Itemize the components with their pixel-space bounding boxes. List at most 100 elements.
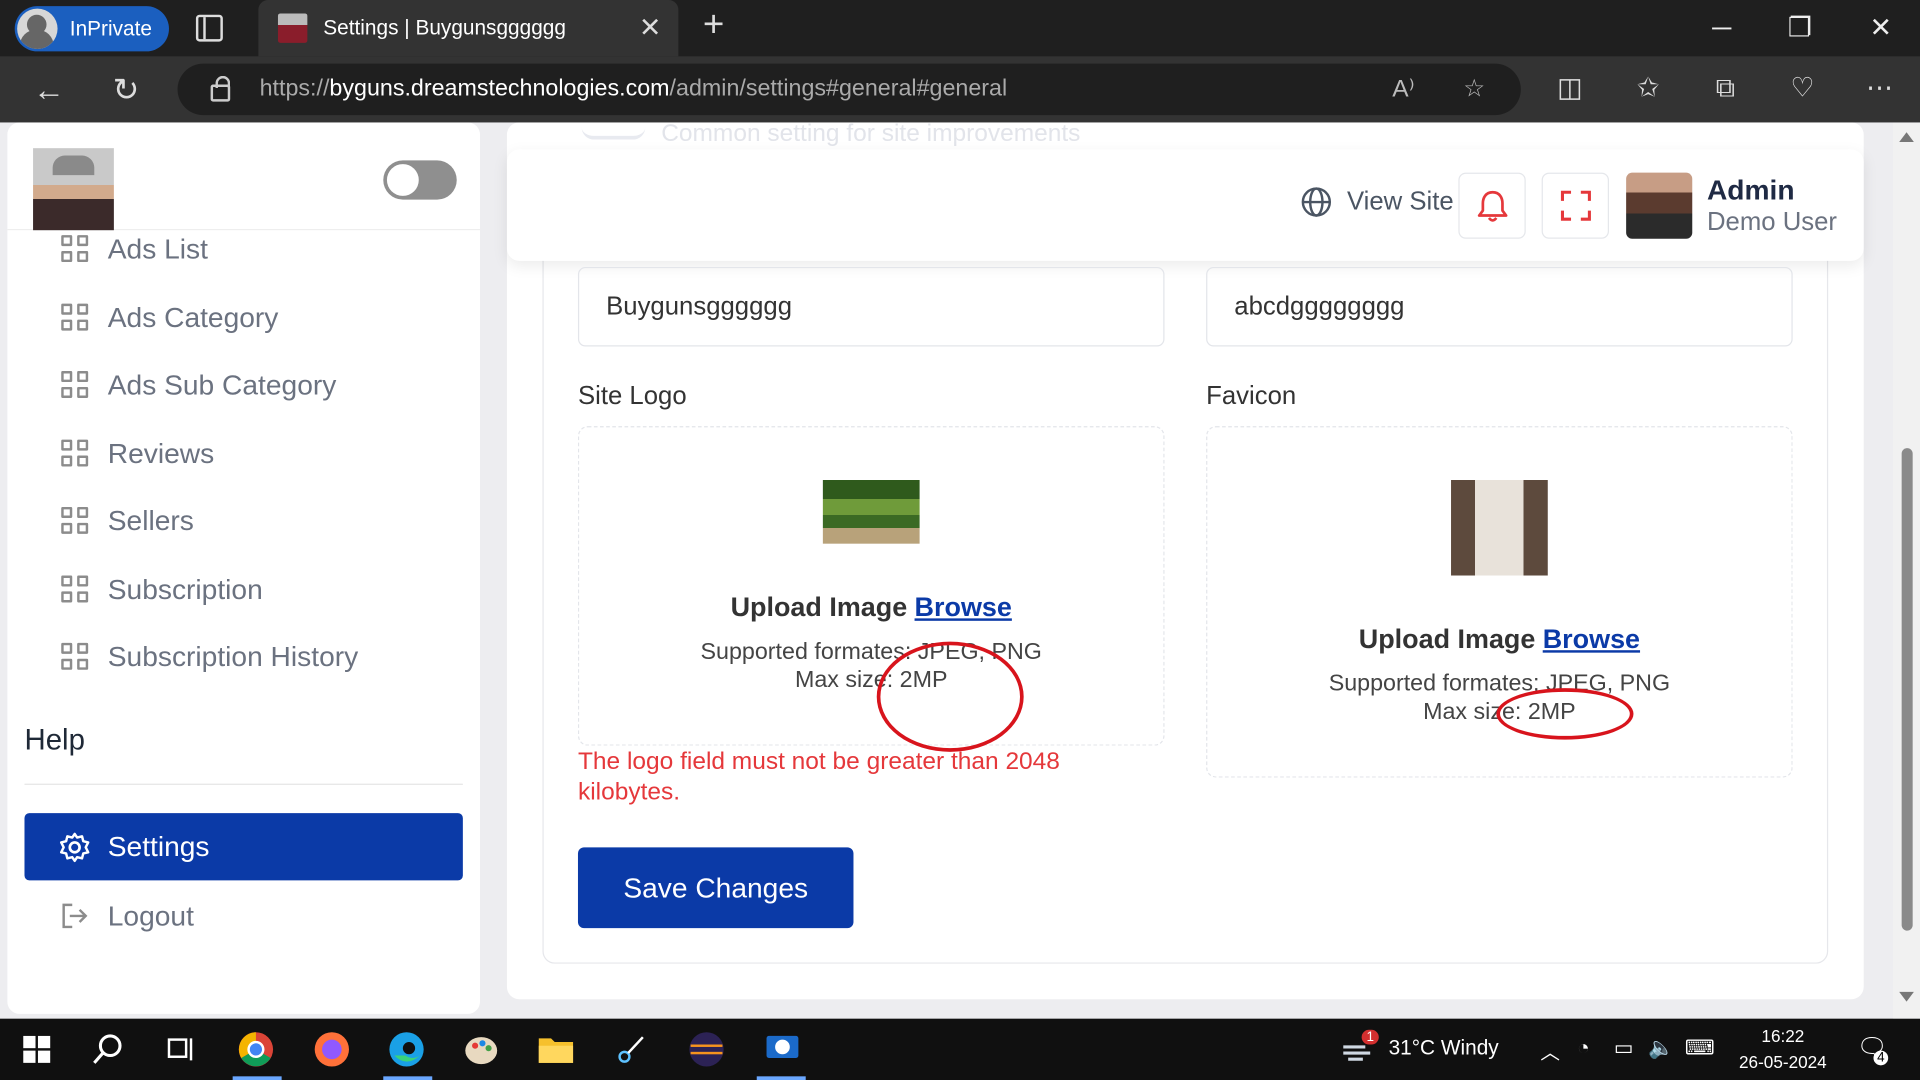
url-text[interactable]: https://byguns.dreamstechnologies.com/ad… [260, 76, 1008, 103]
section-subtitle: Common setting for site improvements [661, 122, 1081, 147]
close-tab-icon[interactable]: ✕ [632, 12, 669, 44]
browser-essentials-icon[interactable]: ♡ [1784, 72, 1821, 104]
firefox-icon[interactable] [312, 1030, 351, 1069]
paint-icon[interactable] [462, 1030, 501, 1069]
browse-link[interactable]: Browse [915, 591, 1012, 622]
chrome-icon[interactable] [236, 1030, 275, 1069]
sidebar-item-sellers[interactable]: Sellers [61, 496, 194, 545]
edge-icon[interactable] [387, 1030, 426, 1069]
sidebar-item-ads-category[interactable]: Ads Category [61, 293, 278, 342]
formats-text: Supported formates: JPEG, PNG [700, 639, 1042, 665]
read-aloud-icon[interactable]: A⁾ [1392, 73, 1414, 104]
notifications-button[interactable] [1458, 172, 1526, 239]
formats-text: Supported formates: JPEG, PNG [1328, 671, 1671, 697]
favicon-dropzone[interactable]: Upload Image Browse Supported formates: J… [1206, 426, 1793, 778]
max-size-text: Max size: 2MP [794, 667, 948, 694]
sidebar: Ads List Ads Category Ads Sub Category R… [7, 122, 481, 1014]
sidebar-item-subscription-history[interactable]: Subscription History [61, 632, 358, 681]
collections-icon[interactable]: ⧉ [1707, 72, 1744, 104]
admin-name: Admin [1706, 173, 1795, 206]
fullscreen-button[interactable] [1541, 172, 1609, 239]
sidebar-header [7, 122, 481, 231]
weather-text[interactable]: 31°C Windy [1389, 1036, 1499, 1060]
sidebar-divider [24, 783, 463, 785]
sidebar-item-settings[interactable]: Settings [24, 813, 463, 881]
task-view-icon[interactable] [160, 1030, 199, 1069]
grid-icon [61, 235, 89, 263]
notification-count: 4 [1873, 1050, 1889, 1066]
save-changes-button[interactable]: Save Changes [577, 847, 854, 929]
sidebar-toggle[interactable] [383, 160, 457, 200]
tab-actions-icon[interactable] [195, 14, 223, 42]
windows-taskbar: 1 31°C Windy ︿ ◔ ▭ 🔈 ⌨ 16:22 26-05-2024 … [0, 1018, 1920, 1080]
page-scrollbar[interactable] [1893, 122, 1920, 1019]
new-tab-icon[interactable]: + [703, 5, 724, 47]
volume-icon[interactable]: 🔈 [1648, 1036, 1674, 1060]
power-icon[interactable]: ▭ [1614, 1036, 1634, 1060]
site-tagline-input[interactable]: abcdgggggggg [1206, 266, 1793, 347]
browser-tab-bar: InPrivate Settings | Buygunsgggggg ✕ + ─… [0, 0, 1920, 57]
snipping-tool-icon[interactable] [612, 1030, 651, 1069]
sidebar-item-reviews[interactable]: Reviews [61, 429, 214, 478]
sidebar-section-help: Help [24, 723, 85, 757]
admin-role: Demo User [1706, 208, 1837, 237]
favicon-label: Favicon [1206, 382, 1297, 411]
window-close-icon[interactable]: ✕ [1844, 0, 1917, 56]
grid-icon [61, 303, 89, 331]
annotation-circle [876, 641, 1024, 752]
file-explorer-icon[interactable] [536, 1030, 575, 1069]
scroll-up-arrow-icon[interactable] [1899, 132, 1914, 143]
browse-link[interactable]: Browse [1543, 623, 1640, 654]
sidebar-item-ads-sub-category[interactable]: Ads Sub Category [61, 360, 336, 409]
windows-start-icon[interactable] [17, 1030, 56, 1069]
site-name-input[interactable]: Buygunsgggggg [577, 266, 1165, 347]
restore-icon[interactable]: ❐ [1763, 0, 1836, 56]
more-menu-icon[interactable]: ⋯ [1861, 72, 1898, 104]
keyboard-icon[interactable]: ⌨ [1685, 1036, 1715, 1060]
browser-tab-settings[interactable]: Settings | Buygunsgggggg ✕ [258, 0, 679, 57]
site-logo-dropzone[interactable]: Upload Image Browse Supported formates: J… [577, 426, 1165, 746]
sidebar-item-subscription[interactable]: Subscription [61, 564, 263, 613]
site-logo-preview [822, 480, 920, 544]
address-bar[interactable]: https://byguns.dreamstechnologies.com/ad… [177, 63, 1521, 116]
grid-icon [61, 642, 89, 670]
settings-label: Settings [107, 830, 210, 863]
lock-icon[interactable] [210, 75, 231, 102]
view-site-link[interactable]: View Site [1300, 186, 1454, 218]
tab-favicon-icon [277, 13, 308, 43]
site-logo-label: Site Logo [577, 382, 687, 411]
favorites-icon[interactable]: ✩ [1630, 72, 1667, 104]
inprivate-button[interactable]: InPrivate [14, 6, 169, 52]
search-icon[interactable] [88, 1030, 127, 1069]
eclipse-icon[interactable] [687, 1030, 726, 1069]
refresh-icon[interactable]: ↻ [108, 71, 145, 108]
sidebar-logo-avatar [33, 148, 114, 231]
minimize-icon[interactable]: ─ [1685, 0, 1758, 56]
inprivate-label: InPrivate [69, 16, 152, 40]
clock-time: 16:22 [1761, 1026, 1805, 1046]
address-toolbar: ← ↻ https://byguns.dreamstechnologies.co… [0, 56, 1920, 123]
upload-image-heading: Upload Image Browse [730, 591, 1012, 623]
settings-section-icon [581, 122, 646, 140]
scrollbar-thumb[interactable] [1901, 448, 1913, 931]
logout-icon [62, 903, 88, 929]
globe-icon [1301, 187, 1332, 217]
active-app-indicator [383, 1076, 433, 1080]
grid-icon [61, 506, 89, 534]
fullscreen-icon [1560, 190, 1591, 221]
favorite-star-icon[interactable]: ☆ [1463, 73, 1485, 104]
weather-badge: 1 [1361, 1029, 1379, 1045]
remote-desktop-icon[interactable] [763, 1030, 802, 1069]
grid-icon [61, 575, 89, 603]
network-icon[interactable]: ◔ [1577, 1036, 1590, 1060]
show-hidden-icons-chevron-icon[interactable]: ︿ [1540, 1036, 1560, 1065]
sidebar-item-ads-list[interactable]: Ads List [61, 224, 208, 273]
sidebar-item-logout[interactable]: Logout [61, 891, 194, 940]
back-arrow-icon[interactable]: ← [31, 71, 68, 108]
admin-avatar[interactable] [1626, 172, 1693, 239]
view-site-label: View Site [1346, 187, 1454, 216]
split-screen-icon[interactable]: ◫ [1551, 72, 1588, 104]
taskbar-clock[interactable]: 16:22 26-05-2024 [1739, 1024, 1827, 1075]
admin-header: View Site Admin Demo User [506, 149, 1864, 261]
scroll-down-arrow-icon[interactable] [1899, 991, 1914, 1002]
